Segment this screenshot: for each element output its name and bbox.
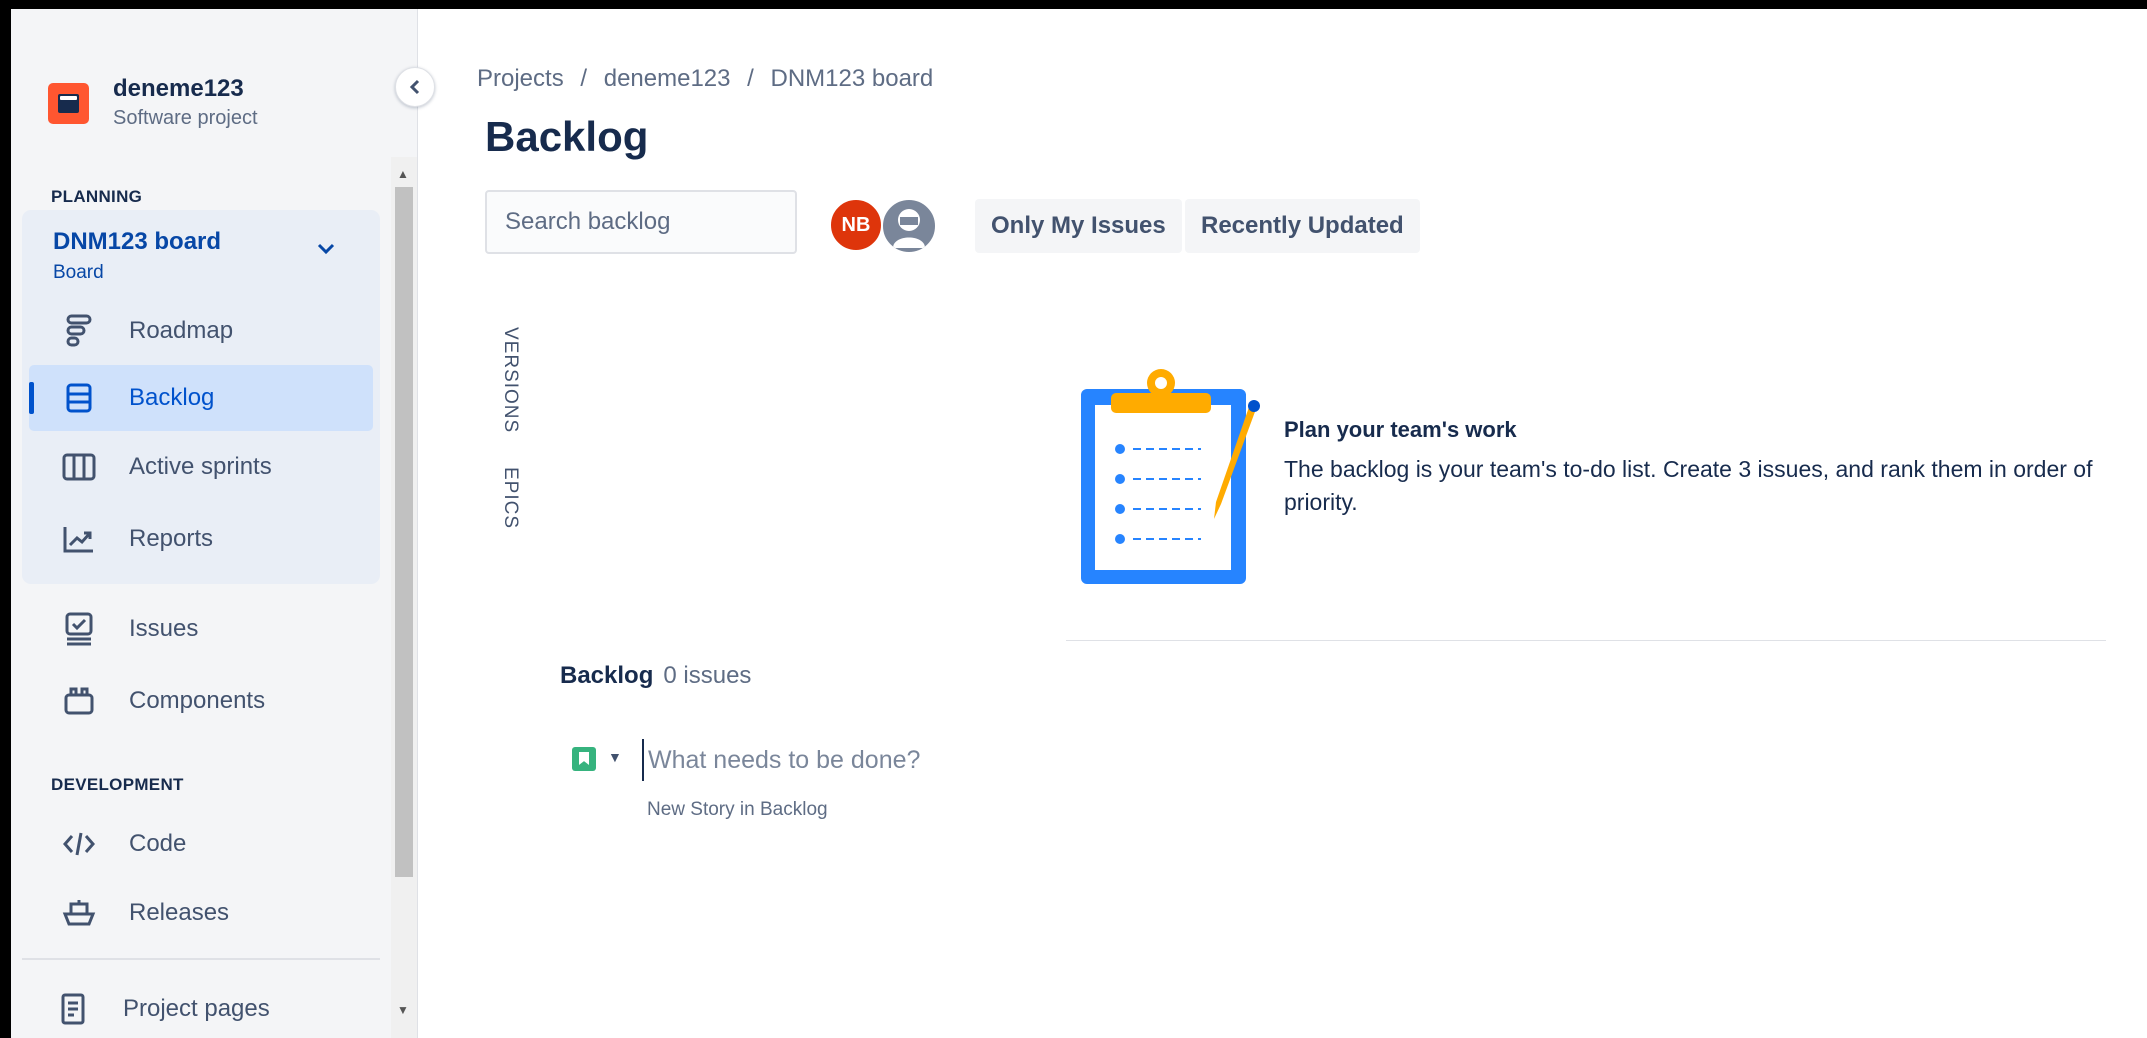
project-avatar — [48, 83, 89, 124]
sidebar-item-label: Issues — [129, 615, 199, 642]
page-title: Backlog — [485, 113, 649, 160]
recently-updated-button[interactable]: Recently Updated — [1185, 199, 1420, 253]
scroll-thumb[interactable] — [395, 187, 413, 877]
tab-versions[interactable]: VERSIONS — [499, 327, 521, 433]
chevron-left-icon — [409, 79, 420, 95]
sidebar-item-backlog[interactable]: Backlog — [29, 365, 373, 431]
empty-state-title: Plan your team's work — [1284, 417, 1517, 442]
project-name: deneme123 — [113, 75, 244, 102]
components-icon — [59, 681, 99, 721]
code-icon — [59, 824, 99, 864]
sidebar-item-code[interactable]: Code — [29, 811, 373, 877]
chart-icon — [59, 519, 99, 559]
empty-state-text: The backlog is your team's to-do list. C… — [1284, 456, 2093, 515]
search-input[interactable] — [503, 207, 817, 237]
columns-icon — [59, 447, 99, 487]
create-issue-input[interactable] — [642, 739, 1150, 781]
board-name: DNM123 board — [53, 228, 222, 255]
breadcrumb: Projects / deneme123 / DNM123 board — [477, 65, 943, 93]
sidebar-divider — [22, 958, 380, 960]
sidebar-item-label: Reports — [129, 525, 214, 552]
app-frame: deneme123 Software project PLANNING DNM1… — [11, 9, 2147, 1038]
section-divider — [1066, 640, 2106, 641]
ship-icon — [59, 893, 99, 933]
avatar[interactable]: NB — [829, 198, 883, 252]
sidebar-item-components[interactable]: Components — [29, 668, 373, 734]
backlog-header: Backlog 0 issues — [560, 662, 751, 690]
active-indicator — [29, 382, 34, 414]
only-my-issues-button[interactable]: Only My Issues — [975, 199, 1182, 253]
breadcrumb-board[interactable]: DNM123 board — [771, 65, 934, 92]
collapse-sidebar-button[interactable] — [395, 67, 435, 107]
sidebar: deneme123 Software project PLANNING DNM1… — [11, 9, 418, 1038]
sidebar-item-issues[interactable]: Issues — [29, 596, 373, 662]
board-sub: Board — [53, 262, 104, 283]
caret-down-icon[interactable]: ▼ — [608, 749, 622, 765]
backlog-count: 0 issues — [663, 662, 752, 689]
page-icon — [53, 989, 93, 1029]
clipboard-illustration — [1081, 369, 1260, 584]
tab-epics[interactable]: EPICS — [499, 467, 521, 529]
create-issue-hint: New Story in Backlog — [647, 799, 828, 820]
sidebar-item-label: Code — [129, 830, 187, 857]
sidebar-item-label: Backlog — [129, 384, 215, 411]
sidebar-item-releases[interactable]: Releases — [29, 880, 373, 946]
breadcrumb-project[interactable]: deneme123 — [604, 65, 731, 92]
project-header[interactable]: deneme123 Software project — [48, 75, 258, 130]
sidebar-item-project-pages[interactable]: Project pages — [29, 976, 373, 1038]
scroll-down-icon[interactable]: ▼ — [397, 1003, 409, 1017]
sidebar-item-label: Active sprints — [129, 453, 272, 480]
sidebar-scrollbar[interactable]: ▲ ▼ — [391, 157, 417, 1038]
sidebar-item-label: Roadmap — [129, 317, 234, 344]
breadcrumb-separator: / — [747, 65, 754, 92]
planning-section-title: PLANNING — [51, 187, 143, 206]
backlog-title: Backlog — [560, 662, 654, 689]
breadcrumb-separator: / — [580, 65, 588, 92]
issues-icon — [59, 609, 99, 649]
project-type: Software project — [113, 107, 258, 129]
scroll-up-icon[interactable]: ▲ — [397, 167, 409, 181]
backlog-icon — [59, 378, 99, 418]
sidebar-item-label: Releases — [129, 899, 230, 926]
search-box[interactable] — [485, 190, 817, 254]
sidebar-item-reports[interactable]: Reports — [29, 506, 373, 572]
development-section-title: DEVELOPMENT — [51, 775, 184, 794]
sidebar-item-label: Components — [129, 687, 266, 714]
breadcrumb-projects[interactable]: Projects — [477, 65, 564, 92]
sidebar-item-label: Project pages — [123, 995, 270, 1022]
chevron-down-icon[interactable] — [317, 239, 335, 262]
sidebar-item-active-sprints[interactable]: Active sprints — [29, 434, 373, 500]
sidebar-item-roadmap[interactable]: Roadmap — [29, 298, 373, 364]
anonymous-avatar-icon[interactable] — [881, 198, 937, 254]
story-type-icon[interactable] — [572, 747, 596, 771]
roadmap-icon — [59, 311, 99, 351]
board-switcher[interactable]: DNM123 board Board — [53, 228, 221, 284]
